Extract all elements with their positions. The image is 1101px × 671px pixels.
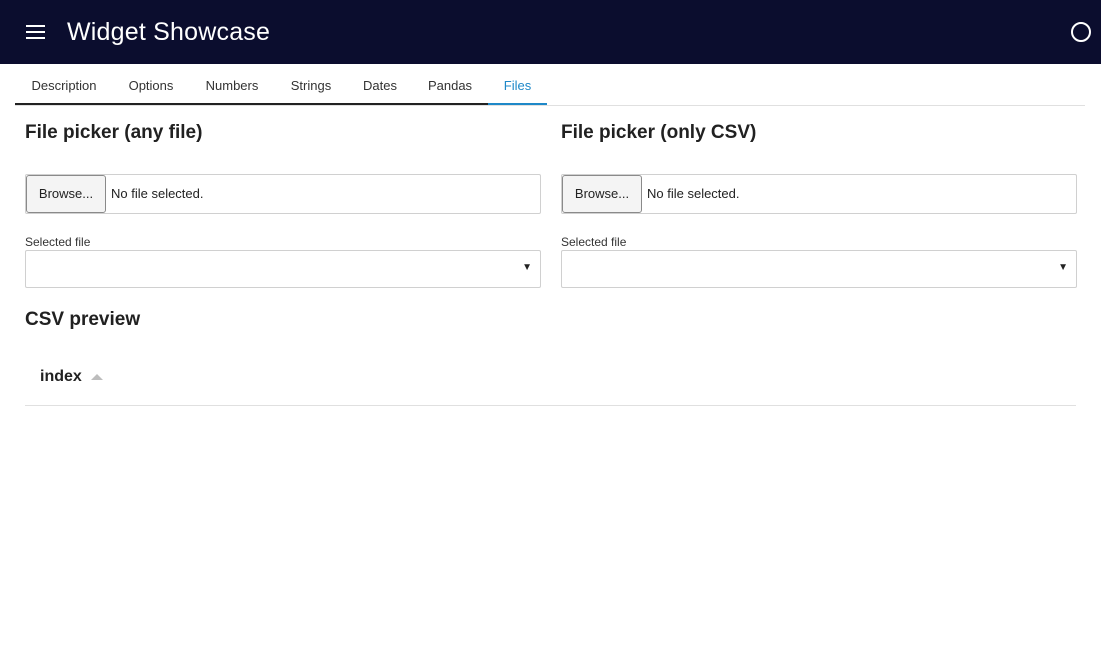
column-header-index[interactable]: index: [40, 368, 82, 386]
selected-file-label: Selected file: [561, 235, 627, 249]
file-picker-csv: Browse... No file selected.: [561, 174, 1077, 214]
tab-bar: Description Options Numbers Strings Date…: [15, 64, 1085, 106]
selected-file-select[interactable]: ▼: [561, 250, 1077, 288]
tab-dates[interactable]: Dates: [347, 64, 413, 105]
dropdown-arrow-icon: ▼: [1058, 262, 1068, 273]
file-picker-csv-title: File picker (only CSV): [561, 122, 757, 143]
busy-indicator-icon: [1071, 22, 1091, 42]
selected-file-select[interactable]: ▼: [25, 250, 541, 288]
tab-numbers[interactable]: Numbers: [189, 64, 275, 105]
browse-button[interactable]: Browse...: [26, 175, 106, 213]
sort-ascending-icon[interactable]: [91, 374, 103, 380]
dropdown-arrow-icon: ▼: [522, 262, 532, 273]
file-status-text: No file selected.: [111, 186, 204, 201]
file-status-text: No file selected.: [647, 186, 740, 201]
tab-strings[interactable]: Strings: [275, 64, 347, 105]
app-title: Widget Showcase: [67, 18, 271, 46]
app-header: Widget Showcase: [0, 0, 1101, 64]
browse-button[interactable]: Browse...: [562, 175, 642, 213]
hamburger-menu-icon[interactable]: [26, 24, 46, 40]
tab-pandas[interactable]: Pandas: [413, 64, 487, 105]
file-picker-any-title: File picker (any file): [25, 122, 203, 143]
tab-files[interactable]: Files: [488, 64, 547, 105]
csv-preview-title: CSV preview: [25, 309, 141, 330]
tab-options[interactable]: Options: [113, 64, 189, 105]
file-picker-any: Browse... No file selected.: [25, 174, 541, 214]
csv-preview-table-header: index: [25, 356, 1076, 406]
tab-description[interactable]: Description: [15, 64, 113, 105]
selected-file-label: Selected file: [25, 235, 91, 249]
